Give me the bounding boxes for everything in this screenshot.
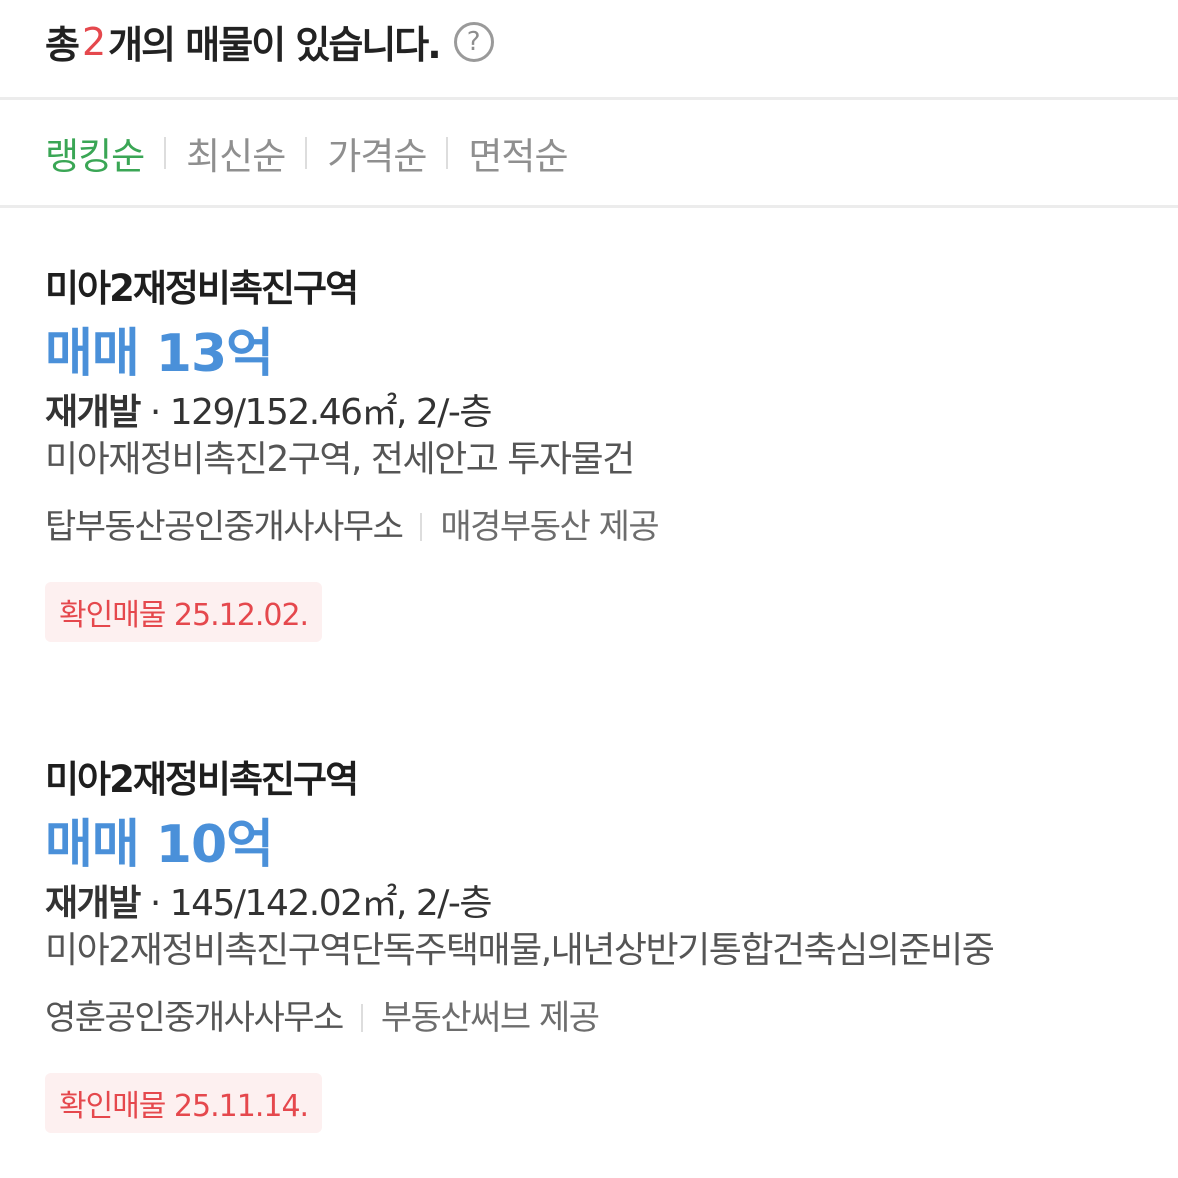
- agent-divider: [360, 1004, 363, 1032]
- sort-divider: [305, 136, 308, 169]
- listing-price: 매매 10억: [45, 815, 274, 875]
- sort-divider: [164, 136, 167, 169]
- verified-badge: 확인매물 25.11.14.: [45, 1073, 323, 1133]
- listing-title: 미아2재정비촉진구역: [45, 758, 359, 801]
- listing-type: 재개발: [45, 392, 141, 433]
- sort-latest[interactable]: 최신순: [186, 126, 286, 180]
- sort-ranking[interactable]: 랭킹순: [45, 126, 145, 180]
- result-count-prefix: 총: [45, 23, 80, 67]
- listing-item[interactable]: 미아2재정비촉진구역 매매 10억 재개발 · 145/142.02㎡, 2/-…: [45, 753, 1155, 1133]
- listing-agent-row: 영훈공인중개사사무소 부동산써브 제공: [45, 993, 1155, 1043]
- result-count: 2: [81, 19, 106, 64]
- listing-agent: 탑부동산공인중개사사무소: [45, 507, 404, 547]
- listing-provider: 매경부동산 제공: [440, 507, 659, 547]
- verified-badge: 확인매물 25.12.02.: [45, 582, 323, 642]
- result-count-suffix: 개의 매물이 있습니다.: [108, 23, 442, 67]
- sort-price[interactable]: 가격순: [327, 126, 427, 180]
- listing-spec-detail: · 145/142.02㎡, 2/-층: [139, 883, 493, 924]
- sort-area[interactable]: 면적순: [468, 126, 568, 180]
- listing-agent: 영훈공인중개사사무소: [45, 998, 344, 1038]
- listing-provider: 부동산써브 제공: [380, 998, 600, 1038]
- sort-bar: 랭킹순 최신순 가격순 면적순: [0, 100, 1178, 208]
- listing-item[interactable]: 미아2재정비촉진구역 매매 13억 재개발 · 129/152.46㎡, 2/-…: [45, 262, 1155, 642]
- listing-specs: 재개발 · 129/152.46㎡, 2/-층: [45, 390, 1155, 436]
- agent-divider: [420, 513, 423, 541]
- listing-specs: 재개발 · 145/142.02㎡, 2/-층: [45, 881, 1155, 927]
- listing-price: 매매 13억: [45, 324, 274, 384]
- listing-agent-row: 탑부동산공인중개사사무소 매경부동산 제공: [45, 502, 1155, 552]
- help-icon[interactable]: ?: [453, 21, 494, 62]
- listing-description: 미아재정비촉진2구역, 전세안고 투자물건: [45, 439, 635, 480]
- result-count-title: 총 2 개의 매물이 있습니다. ?: [45, 14, 494, 69]
- listing-title: 미아2재정비촉진구역: [45, 267, 359, 310]
- listing-spec-detail: · 129/152.46㎡, 2/-층: [139, 392, 493, 433]
- listing-description: 미아2재정비촉진구역단독주택매물,내년상반기통합건축심의준비중: [45, 930, 995, 971]
- sort-divider: [446, 136, 449, 169]
- listing-type: 재개발: [45, 883, 141, 924]
- result-header: 총 2 개의 매물이 있습니다. ?: [0, 0, 1178, 100]
